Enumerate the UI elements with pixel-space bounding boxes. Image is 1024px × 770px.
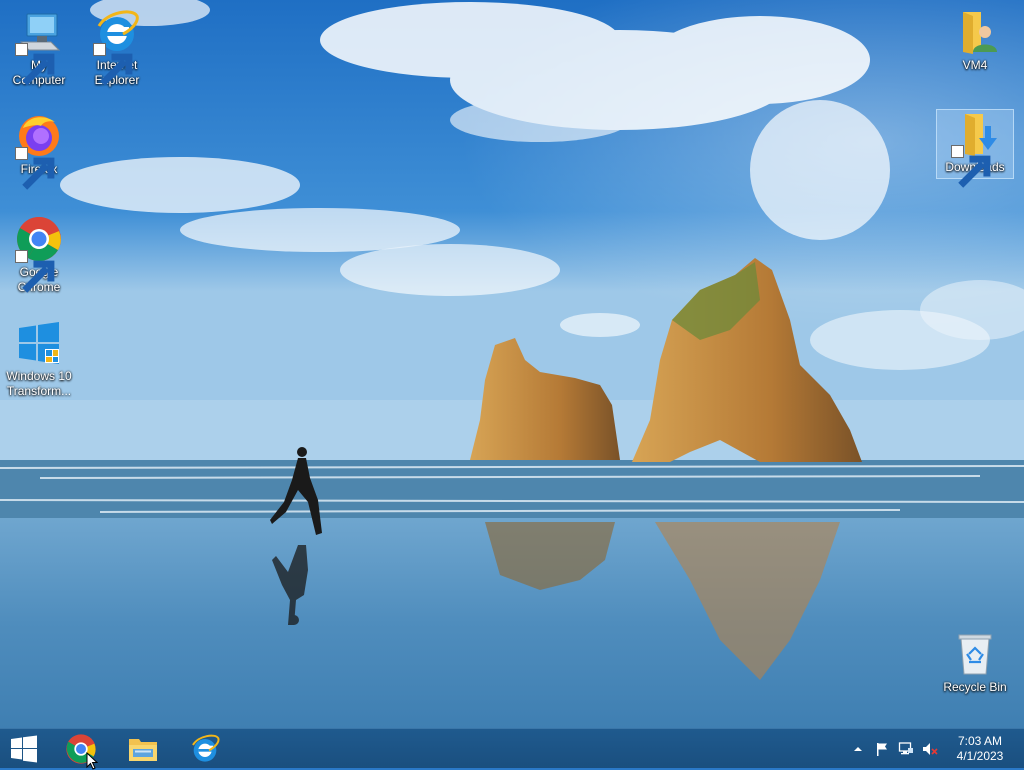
volume-tray-button[interactable] bbox=[922, 741, 938, 757]
flag-icon bbox=[877, 743, 887, 756]
action-center-flag-button[interactable] bbox=[874, 741, 890, 757]
chevron-up-icon bbox=[854, 747, 862, 751]
desktop-wallpaper bbox=[0, 0, 1024, 728]
recycle-bin-icon bbox=[951, 630, 999, 678]
taskbar-chrome-button[interactable] bbox=[53, 729, 109, 769]
system-clock[interactable]: 7:03 AM 4/1/2023 bbox=[948, 734, 1012, 764]
desktop-icon-google-chrome[interactable]: Google Chrome bbox=[1, 215, 77, 295]
internet-explorer-icon bbox=[192, 734, 220, 762]
shortcut-arrow-icon bbox=[15, 147, 55, 190]
desktop-icon-internet-explorer[interactable]: Internet Explorer bbox=[79, 8, 155, 88]
desktop-icon-windows10-transformation[interactable]: Windows 10 Transform... bbox=[1, 319, 77, 399]
start-button[interactable] bbox=[0, 729, 48, 769]
desktop-icon-firefox[interactable]: Firefox bbox=[1, 112, 77, 190]
desktop-icon-my-computer[interactable]: My Computer bbox=[1, 8, 77, 88]
internet-explorer-icon bbox=[93, 8, 141, 86]
firefox-icon bbox=[15, 112, 63, 190]
user-folder-icon bbox=[951, 8, 999, 56]
show-hidden-icons-button[interactable] bbox=[850, 741, 866, 757]
windows-logo-icon bbox=[15, 319, 63, 367]
desktop-icon-label: Recycle Bin bbox=[943, 680, 1007, 694]
desktop-icon-vm4[interactable]: VM4 bbox=[937, 8, 1013, 73]
mouse-cursor-icon bbox=[86, 752, 98, 770]
shortcut-arrow-icon bbox=[15, 250, 55, 293]
downloads-folder-icon bbox=[951, 110, 999, 188]
windows-start-icon bbox=[11, 735, 37, 763]
desktop-icon-label: Windows 10 Transform... bbox=[6, 369, 72, 398]
shortcut-arrow-icon bbox=[951, 145, 991, 188]
shortcut-arrow-icon bbox=[15, 43, 55, 86]
computer-icon bbox=[15, 8, 63, 86]
clock-time: 7:03 AM bbox=[957, 734, 1003, 748]
desktop-icon-label: VM4 bbox=[962, 58, 988, 72]
desktop-icon-recycle-bin[interactable]: Recycle Bin bbox=[937, 630, 1013, 695]
taskbar-internet-explorer-button[interactable] bbox=[177, 729, 233, 769]
chrome-icon bbox=[15, 215, 63, 293]
shortcut-arrow-icon bbox=[93, 43, 133, 86]
desktop-icon-downloads[interactable]: Downloads bbox=[936, 109, 1014, 188]
volume-muted-icon bbox=[923, 743, 938, 755]
clock-date: 4/1/2023 bbox=[956, 749, 1004, 763]
taskbar: 7:03 AM 4/1/2023 bbox=[0, 728, 1024, 768]
taskbar-file-explorer-button[interactable] bbox=[115, 729, 171, 769]
file-explorer-icon bbox=[129, 739, 157, 761]
network-tray-button[interactable] bbox=[898, 741, 914, 757]
network-icon bbox=[898, 742, 913, 755]
